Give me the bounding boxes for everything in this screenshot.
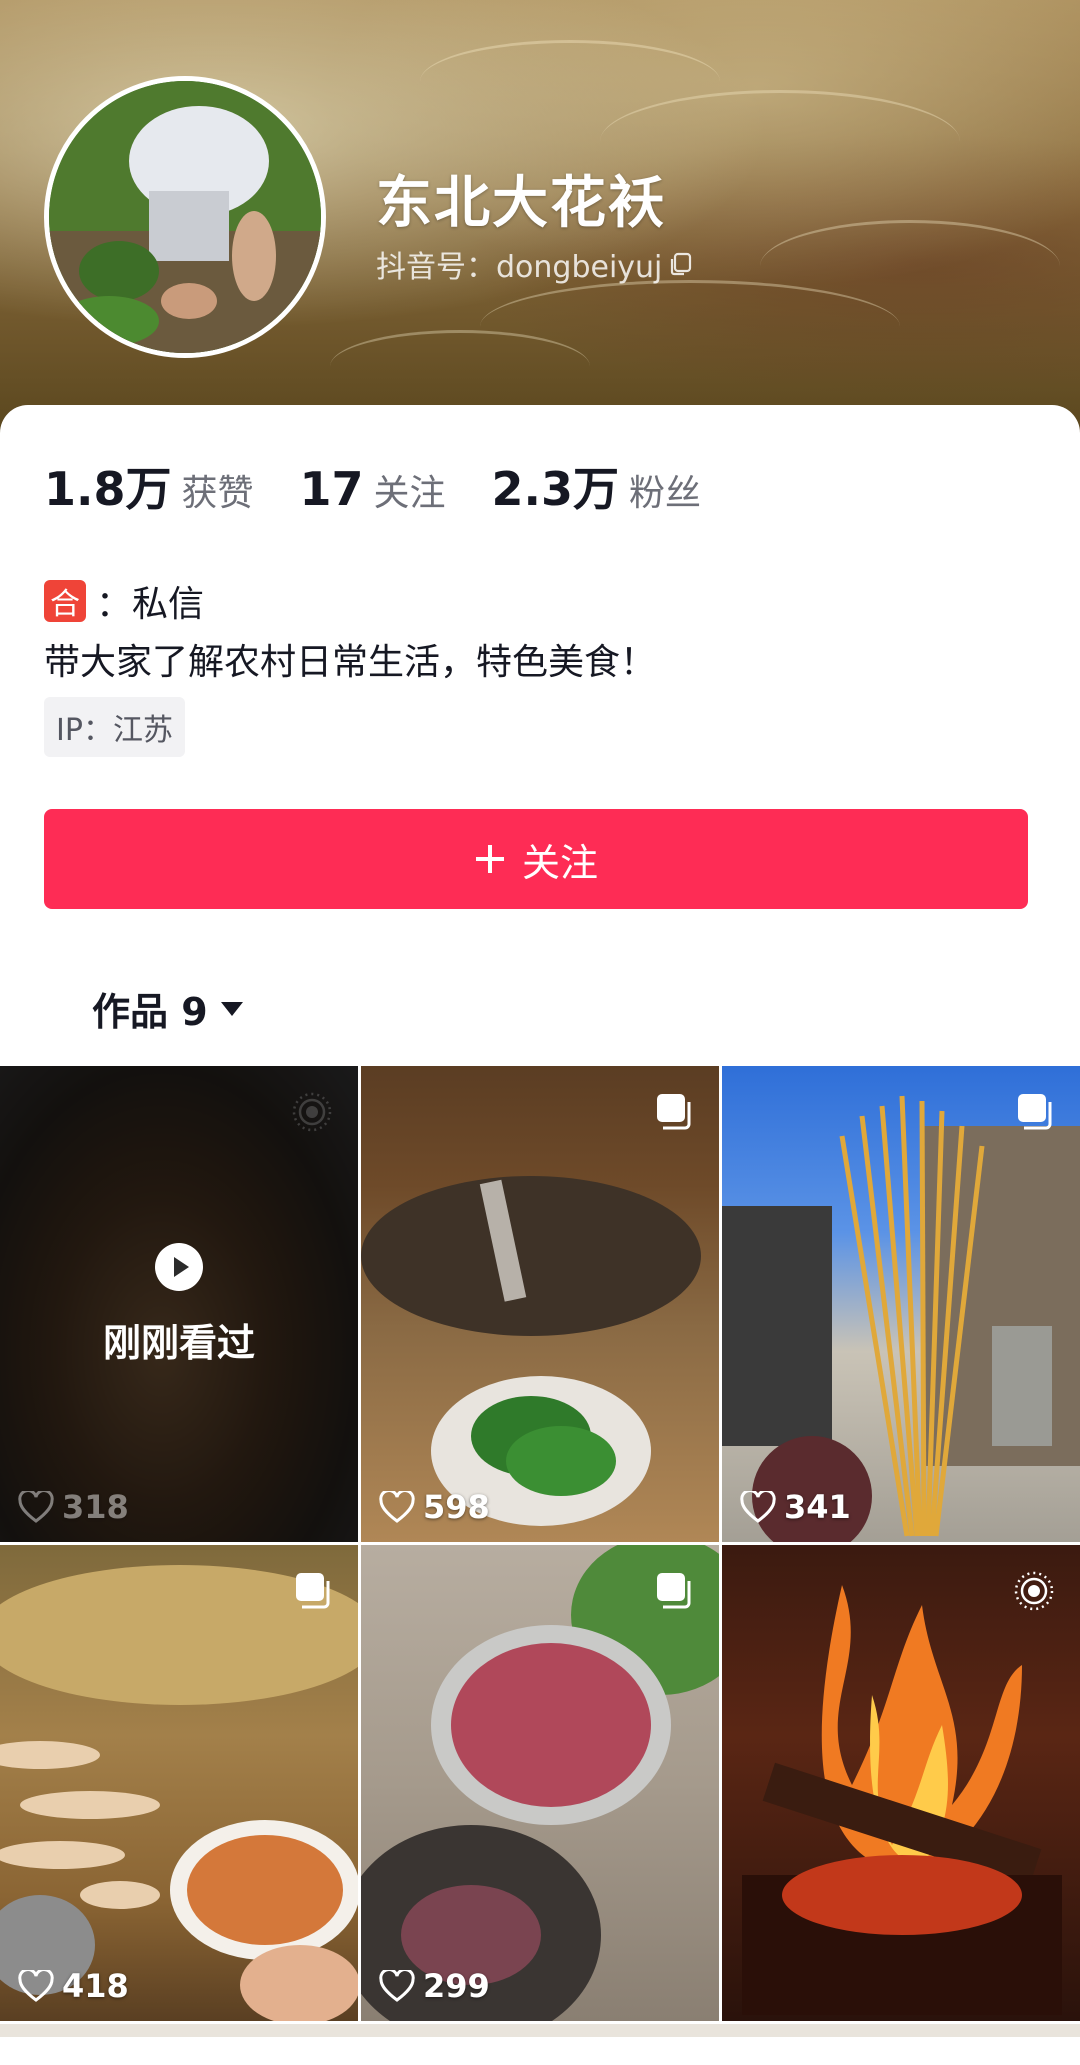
like-count-value: 318 [62,1488,129,1526]
heart-icon [740,1491,776,1523]
like-count-value: 299 [423,1967,490,2005]
stats-row: 1.8万 获赞 17 关注 2.3万 粉丝 [44,453,747,519]
video-tile[interactable] [722,1545,1080,2021]
stat-value: 17 [299,462,364,516]
multi-image-icon [1018,1094,1052,1130]
plus-icon [475,845,504,873]
avatar[interactable] [44,76,326,358]
video-tile[interactable]: 341 [722,1066,1080,1542]
like-count: 598 [379,1488,490,1526]
collab-text: ：私信 [96,584,205,625]
like-count-value: 598 [423,1488,490,1526]
video-thumbnail [361,1545,719,2021]
like-count-value: 341 [784,1488,851,1526]
video-tile[interactable]: 刚刚看过 318 [0,1066,358,1542]
bio-text: 带大家了解农村日常生活，特色美食！ [44,642,657,683]
stat-following[interactable]: 17 关注 [300,462,446,516]
video-thumbnail [742,1585,1062,2015]
follow-button-label: 关注 [521,840,598,885]
like-count-value: 418 [62,1967,129,2005]
heart-icon [379,1491,415,1523]
like-count: 341 [740,1488,851,1526]
video-tile[interactable]: 299 [361,1545,719,2021]
next-row-peek [0,2024,1080,2037]
video-grid: 刚刚看过 318 598 341 418 299 [0,1066,1080,2021]
multi-image-icon [657,1094,691,1130]
recently-watched-overlay: 刚刚看过 [0,1066,358,1542]
avatar-image [49,81,321,353]
douyin-id: 抖音号：dongbeiyuj [376,250,663,285]
stat-followers[interactable]: 2.3万 粉丝 [492,453,702,519]
copy-icon[interactable] [668,251,694,277]
tab-works[interactable]: 作品 9 [92,981,244,1036]
recently-watched-label: 刚刚看过 [102,1320,255,1365]
follow-button[interactable]: 关注 [44,809,1028,909]
stat-value: 2.3万 [491,462,620,516]
stat-value: 1.8万 [44,462,172,516]
display-name: 东北大花袄 [376,171,666,236]
caret-down-icon [220,1001,243,1016]
collab-badge: 合 [44,580,86,622]
video-thumbnail [361,1176,701,1526]
heart-icon [18,1970,54,2002]
like-count: 299 [379,1967,490,2005]
handle-row[interactable]: 抖音号：dongbeiyuj [376,242,694,286]
video-thumbnail [722,1095,1080,1542]
video-tile[interactable]: 418 [0,1545,358,2021]
ip-location-tag: IP：江苏 [44,697,185,757]
heart-icon [18,1491,54,1523]
video-tile[interactable]: 598 [361,1066,719,1542]
stat-label: 关注 [373,473,446,514]
stat-label: 获赞 [181,473,254,514]
video-thumbnail [0,1565,358,2021]
like-count: 418 [18,1967,129,2005]
like-count: 318 [18,1488,129,1526]
tab-works-label: 作品 9 [92,990,208,1034]
heart-icon [379,1970,415,2002]
multi-image-icon [296,1573,330,1609]
stat-likes[interactable]: 1.8万 获赞 [44,453,254,519]
stat-label: 粉丝 [629,473,702,514]
play-icon [155,1242,203,1291]
multi-image-icon [657,1573,691,1609]
live-photo-icon [1014,1571,1054,1611]
collab-row: 合 ：私信 [44,575,204,627]
